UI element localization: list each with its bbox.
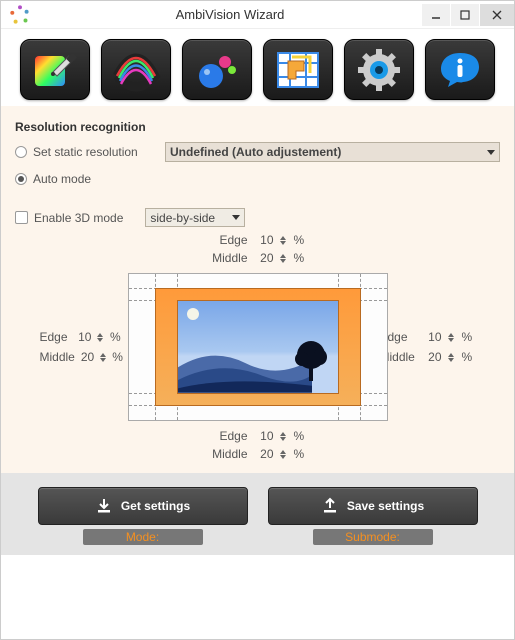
bottom-edge-spinner[interactable] <box>280 429 288 443</box>
right-middle-control: Middle 20 % <box>380 350 476 364</box>
titlebar: AmbiVision Wizard <box>1 1 514 29</box>
chevron-down-icon <box>232 215 240 220</box>
bubbles-icon[interactable] <box>182 39 252 100</box>
top-edge-spinner[interactable] <box>280 233 288 247</box>
left-middle-control: Middle 20 % <box>40 350 122 364</box>
preview-diagram <box>128 273 388 421</box>
app-logo-icon <box>9 4 31 26</box>
bottom-edge-control: Edge 10 % <box>208 429 308 443</box>
save-settings-label: Save settings <box>347 499 424 513</box>
content-panel: Resolution recognition Set static resolu… <box>1 106 514 473</box>
auto-mode-label: Auto mode <box>33 172 91 186</box>
chevron-down-icon <box>487 150 495 155</box>
top-middle-spinner[interactable] <box>280 251 288 265</box>
window-title: AmbiVision Wizard <box>39 7 421 22</box>
resolution-title: Resolution recognition <box>7 118 508 140</box>
top-edge-value[interactable]: 10 <box>254 233 274 247</box>
minimize-button[interactable] <box>422 4 450 26</box>
maximize-button[interactable] <box>451 4 479 26</box>
right-middle-value[interactable]: 20 <box>422 350 442 364</box>
info-icon[interactable] <box>425 39 495 100</box>
bottom-middle-value[interactable]: 20 <box>254 447 274 461</box>
top-middle-value[interactable]: 20 <box>254 251 274 265</box>
right-edge-control: Edge 10 % <box>380 330 476 344</box>
left-edge-control: Edge 10 % <box>40 330 122 344</box>
toolbar <box>1 29 514 106</box>
color-picker-icon[interactable] <box>20 39 90 100</box>
3d-mode-value: side-by-side <box>150 211 215 225</box>
left-middle-value[interactable]: 20 <box>81 350 94 364</box>
3d-mode-select[interactable]: side-by-side <box>145 208 245 227</box>
footer: Get settings Mode: Save settings Submode… <box>1 473 514 555</box>
submode-indicator: Submode: <box>313 529 433 545</box>
close-button[interactable] <box>480 4 514 26</box>
resolution-select[interactable]: Undefined (Auto adjustement) <box>165 142 500 162</box>
right-edge-spinner[interactable] <box>448 330 456 344</box>
led-strip-icon[interactable] <box>101 39 171 100</box>
save-settings-button[interactable]: Save settings <box>268 487 478 525</box>
static-resolution-label: Set static resolution <box>33 145 159 159</box>
download-icon <box>95 497 113 515</box>
resolution-select-value: Undefined (Auto adjustement) <box>170 145 341 159</box>
layout-icon[interactable] <box>263 39 333 100</box>
bottom-edge-value[interactable]: 10 <box>254 429 274 443</box>
enable-3d-checkbox[interactable] <box>15 211 28 224</box>
left-edge-value[interactable]: 10 <box>75 330 91 344</box>
right-middle-spinner[interactable] <box>448 350 456 364</box>
top-edge-control: Edge 10 % <box>208 233 308 247</box>
left-edge-spinner[interactable] <box>97 330 104 344</box>
upload-icon <box>321 497 339 515</box>
bottom-middle-spinner[interactable] <box>280 447 288 461</box>
right-edge-value[interactable]: 10 <box>422 330 442 344</box>
enable-3d-label: Enable 3D mode <box>34 211 123 225</box>
static-resolution-radio[interactable] <box>15 146 27 158</box>
mode-indicator: Mode: <box>83 529 203 545</box>
left-middle-spinner[interactable] <box>100 350 106 364</box>
get-settings-button[interactable]: Get settings <box>38 487 248 525</box>
auto-mode-radio[interactable] <box>15 173 27 185</box>
bottom-middle-control: Middle 20 % <box>208 447 308 461</box>
get-settings-label: Get settings <box>121 499 190 513</box>
top-middle-control: Middle 20 % <box>208 251 308 265</box>
gear-icon[interactable] <box>344 39 414 100</box>
